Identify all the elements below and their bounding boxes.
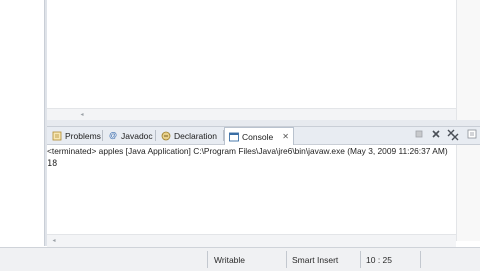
console-launch-description: <terminated> apples [Java Application] C…: [47, 146, 448, 156]
editor-area[interactable]: [47, 0, 480, 120]
status-separator: [420, 251, 421, 268]
scroll-left-arrow-icon[interactable]: ◂: [51, 238, 57, 244]
tab-label: Javadoc: [121, 130, 153, 141]
console-horizontal-scrollbar[interactable]: ◂: [47, 234, 456, 247]
declaration-icon: [161, 131, 171, 141]
terminate-icon[interactable]: [413, 129, 425, 141]
console-output[interactable]: 18: [47, 159, 57, 169]
status-separator: [360, 251, 361, 268]
tab-declaration[interactable]: Declaration: [157, 128, 221, 143]
remove-all-terminated-icon[interactable]: [447, 129, 459, 141]
tab-javadoc[interactable]: @ Javadoc: [104, 128, 157, 143]
tab-problems[interactable]: Problems: [48, 128, 105, 143]
editor-vertical-scrollbar[interactable]: [456, 0, 480, 120]
javadoc-icon: @: [109, 130, 117, 140]
status-cursor-position: 10 : 25: [366, 255, 392, 265]
status-writable: Writable: [214, 255, 246, 265]
status-insert-mode: Smart Insert: [292, 255, 339, 265]
console-view[interactable]: [47, 145, 456, 241]
tab-label: Declaration: [174, 130, 217, 141]
status-bar: Writable Smart Insert 10 : 25: [0, 247, 480, 271]
views-tab-bar: Problems @ Javadoc Declaration Console ✕: [47, 127, 480, 145]
tab-separator: [102, 130, 103, 141]
tab-console[interactable]: Console ✕: [224, 127, 294, 145]
package-explorer-edge: [0, 0, 44, 246]
close-tab-icon[interactable]: ✕: [282, 132, 289, 141]
tab-separator: [155, 130, 156, 141]
status-separator: [286, 251, 287, 268]
scroll-left-arrow-icon[interactable]: ◂: [79, 112, 85, 118]
clear-console-icon[interactable]: [466, 129, 478, 141]
status-separator: [207, 251, 208, 268]
console-icon: [229, 132, 239, 142]
remove-launch-icon[interactable]: [430, 129, 442, 141]
problems-icon: [52, 131, 62, 141]
tab-label: Console: [242, 131, 274, 142]
tab-label: Problems: [65, 130, 101, 141]
editor-border: [47, 120, 480, 127]
console-vertical-scrollbar[interactable]: [456, 145, 480, 241]
